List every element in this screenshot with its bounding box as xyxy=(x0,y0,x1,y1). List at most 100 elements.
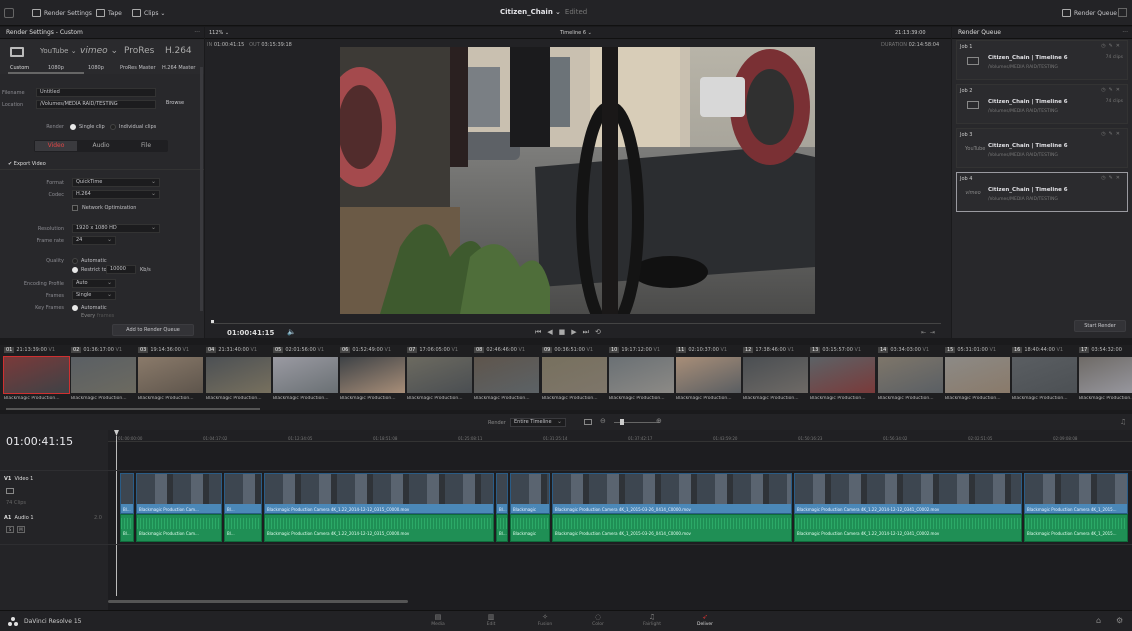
clip-thumbnail[interactable] xyxy=(743,357,808,393)
audio-clip[interactable]: Blackmagic Production Camera 4K_1.22_201… xyxy=(794,514,1022,542)
job-tools[interactable]: ◷✎✕ xyxy=(1101,131,1123,137)
zoom-out-icon[interactable]: ⊖ xyxy=(600,417,606,425)
job-tools[interactable]: ◷✎✕ xyxy=(1101,175,1123,181)
audio-clip[interactable]: Blackmagic Production Camera 4K_1.22_201… xyxy=(264,514,494,542)
single-clip-radio[interactable] xyxy=(70,124,76,130)
render-range-select[interactable]: Entire Timeline xyxy=(510,418,566,427)
home-icon[interactable]: ⌂ xyxy=(1096,616,1101,625)
a1-track-header[interactable]: A1 Audio 1 xyxy=(4,515,34,521)
frames-select[interactable]: Single xyxy=(72,291,116,300)
prores-preset[interactable]: ProRes xyxy=(124,46,154,56)
solo-button[interactable]: S xyxy=(6,526,14,533)
audio-icon[interactable]: 🔈 xyxy=(287,328,296,336)
page-edit[interactable]: ▥ Edit xyxy=(476,613,506,627)
zoom-in-icon[interactable]: ⊕ xyxy=(656,417,662,425)
video-clip[interactable]: Blackmagic Production Camera 4K_1_2015-0… xyxy=(552,473,792,514)
clip-thumbnail[interactable] xyxy=(1079,357,1132,393)
render-job-2[interactable]: Job 2 ◷✎✕ Citizen_Chain | Timeline 6 /Vol… xyxy=(956,84,1128,124)
render-settings-tab[interactable]: Render Settings xyxy=(32,8,92,19)
clip-thumbnail[interactable] xyxy=(474,357,539,393)
individual-clips-radio[interactable] xyxy=(110,124,116,130)
render-job-3[interactable]: Job 3 ◷✎✕ YouTube Citizen_Chain | Timelin… xyxy=(956,128,1128,168)
render-job-1[interactable]: Job 1 ◷✎✕ Citizen_Chain | Timeline 6 /Vol… xyxy=(956,40,1128,80)
mute-button[interactable]: M xyxy=(17,526,25,533)
export-video-checkbox[interactable]: ✔ Export Video xyxy=(8,161,46,167)
zoom-slider-handle[interactable] xyxy=(620,419,624,425)
settings-gear-icon[interactable]: ⚙ xyxy=(1116,616,1123,625)
framerate-select[interactable]: 24 xyxy=(72,236,116,245)
video-clip[interactable]: Blackmagic Production Cam... xyxy=(136,473,222,514)
render-job-4[interactable]: Job 4 ◷✎✕ vimeo Citizen_Chain | Timeline … xyxy=(956,172,1128,212)
audio-clip[interactable]: Bl... xyxy=(120,514,134,542)
resolution-select[interactable]: 1920 x 1080 HD xyxy=(72,224,160,233)
settings-scrollbar[interactable] xyxy=(200,67,203,311)
quality-automatic-radio[interactable] xyxy=(72,258,78,264)
start-render-button[interactable]: Start Render xyxy=(1074,320,1126,332)
timeline-view-icon[interactable] xyxy=(584,419,592,425)
clip-thumbnail[interactable] xyxy=(273,357,338,393)
clip-thumbnail[interactable] xyxy=(609,357,674,393)
clip-thumbnail[interactable] xyxy=(407,357,472,393)
page-fairlight[interactable]: ♫ Fairlight xyxy=(637,613,667,627)
keyframes-auto-radio[interactable] xyxy=(72,305,78,311)
job-tools[interactable]: ◷✎✕ xyxy=(1101,43,1123,49)
clip-thumbnail[interactable] xyxy=(676,357,741,393)
video-clip[interactable]: Blackmagic Production Camera 4K_1_2015..… xyxy=(1024,473,1128,514)
audio-clip[interactable]: Blackmagic Production Camera 4K_1_2015-0… xyxy=(552,514,792,542)
page-color[interactable]: ◌ Color xyxy=(583,613,613,627)
clip-thumbnail[interactable] xyxy=(206,357,271,393)
clip-thumbnail[interactable] xyxy=(1012,357,1077,393)
page-media[interactable]: ▤ Media xyxy=(423,613,453,627)
panel-toggle-icon[interactable] xyxy=(4,8,14,18)
video-clip[interactable]: Blackmagic xyxy=(510,473,550,514)
video-clip[interactable]: Bl... xyxy=(496,473,508,514)
clips-tab[interactable]: Clips ⌄ xyxy=(132,8,165,19)
audio-clip[interactable]: Blackmagic Production Cam... xyxy=(136,514,222,542)
preset-scrollbar[interactable] xyxy=(8,72,84,74)
video-clip[interactable]: Blackmagic Production Camera 4K_1.22_201… xyxy=(794,473,1022,514)
transport-controls[interactable]: ⏮◀■▶⏭⟲ xyxy=(535,328,607,337)
zoom-select[interactable]: 112% ⌄ xyxy=(209,30,229,36)
timeline-scrollbar[interactable] xyxy=(108,600,408,603)
page-fusion[interactable]: ✧ Fusion xyxy=(530,613,560,627)
timeline-select[interactable]: Timeline 6 ⌄ xyxy=(560,30,592,36)
network-optimization-checkbox[interactable] xyxy=(72,205,78,211)
expand-icon[interactable] xyxy=(1118,8,1127,17)
codec-select[interactable]: H.264 xyxy=(72,190,160,199)
filename-input[interactable]: Untitled xyxy=(36,88,156,97)
audio-clip[interactable]: Blackmagic Production Camera 4K_1_2015..… xyxy=(1024,514,1128,542)
encoding-profile-select[interactable]: Auto xyxy=(72,279,116,288)
audio-meter-icon[interactable]: ♫ xyxy=(1120,418,1126,426)
tab-file[interactable]: File xyxy=(125,141,167,151)
clip-thumbnail[interactable] xyxy=(542,357,607,393)
restrict-to-radio[interactable] xyxy=(72,267,78,273)
audio-clip[interactable]: Blackmagic xyxy=(510,514,550,542)
vimeo-preset[interactable]: vimeo ⌄ xyxy=(80,46,118,56)
audio-clip[interactable]: Bl... xyxy=(496,514,508,542)
browse-button[interactable]: Browse xyxy=(160,99,190,110)
v1-lock-icon[interactable] xyxy=(6,488,14,494)
format-select[interactable]: QuickTime xyxy=(72,178,160,187)
clip-thumbnail[interactable] xyxy=(3,356,70,394)
add-to-render-queue-button[interactable]: Add to Render Queue xyxy=(112,324,194,336)
v1-track-header[interactable]: V1 Video 1 xyxy=(4,476,33,482)
clip-thumbnail[interactable] xyxy=(945,357,1010,393)
page-deliver[interactable]: ➶ Deliver xyxy=(690,613,720,627)
in-out-markers[interactable]: ⇤⇥ xyxy=(921,329,939,336)
audio-clip[interactable]: Bl... xyxy=(224,514,262,542)
tab-video[interactable]: Video xyxy=(35,141,77,151)
youtube-preset[interactable]: YouTube ⌄ xyxy=(40,47,77,55)
render-queue-toggle[interactable]: Render Queue xyxy=(1062,8,1117,19)
tape-tab[interactable]: Tape xyxy=(96,8,122,19)
tab-audio[interactable]: Audio xyxy=(80,141,122,151)
h264-preset[interactable]: H.264 xyxy=(165,46,192,56)
clip-thumbnail[interactable] xyxy=(340,357,405,393)
video-clip[interactable]: Bl... xyxy=(224,473,262,514)
clip-thumbnail[interactable] xyxy=(71,357,136,393)
location-input[interactable]: /Volumes/MEDIA RAID/TESTING xyxy=(36,100,156,109)
video-clip[interactable]: Blackmagic Production Camera 4K_1.22_201… xyxy=(264,473,494,514)
scrubber-bar[interactable] xyxy=(211,323,941,324)
job-tools[interactable]: ◷✎✕ xyxy=(1101,87,1123,93)
video-clip[interactable]: Bl... xyxy=(120,473,134,514)
strip-scrollbar[interactable] xyxy=(6,408,260,410)
